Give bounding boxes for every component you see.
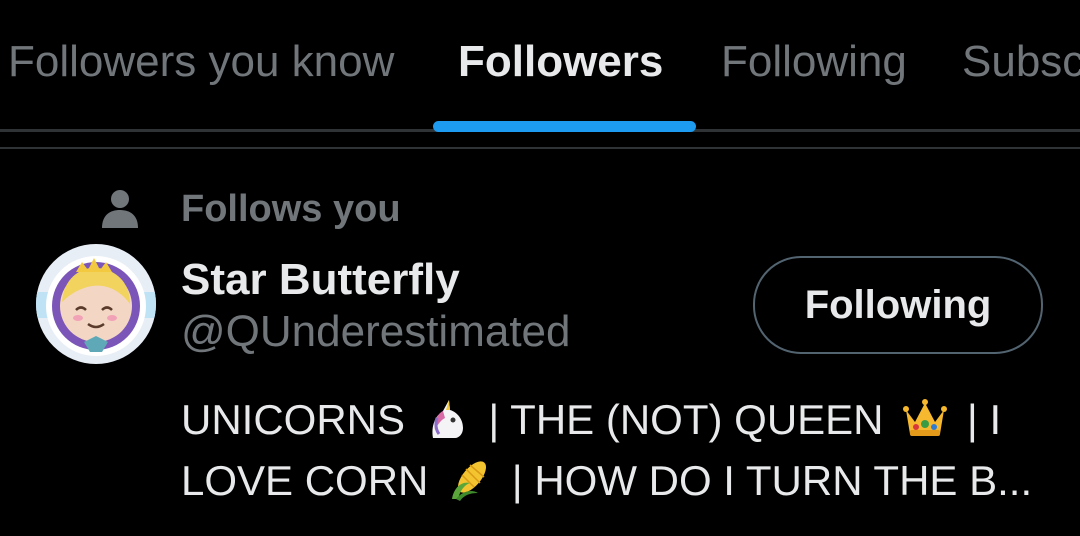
active-tab-indicator [433,121,696,132]
avatar[interactable] [36,244,156,364]
corn-emoji-icon [452,461,487,501]
display-name[interactable]: Star Butterfly [181,254,460,306]
crown-emoji-icon [903,399,948,436]
bio-text: | I [966,396,1002,443]
person-icon [102,190,138,228]
user-handle[interactable]: @QUnderestimated [181,306,571,358]
tab-bar: Followers you know Followers Following S… [0,0,1080,132]
tab-followers[interactable]: Followers [458,36,663,88]
bio-text: | THE (NOT) QUEEN [488,396,884,443]
bio-line-2: LOVE CORN | HOW DO I TURN THE B... [181,450,1051,511]
follows-you-label: Follows you [181,188,401,230]
bio-text: LOVE CORN [181,457,429,504]
user-bio: UNICORNS | THE (NOT) QUEEN | I LOVE CORN [181,389,1051,511]
section-divider [0,147,1080,149]
tab-subscriptions[interactable]: Subsc [962,36,1080,88]
bio-line-1: UNICORNS | THE (NOT) QUEEN | I [181,389,1051,450]
tab-followers-you-know[interactable]: Followers you know [8,36,394,88]
bio-text: UNICORNS [181,396,406,443]
following-button[interactable]: Following [753,256,1043,354]
bio-text: | HOW DO I TURN THE B... [511,457,1033,504]
unicorn-emoji-icon [432,400,463,438]
tab-following[interactable]: Following [721,36,907,88]
